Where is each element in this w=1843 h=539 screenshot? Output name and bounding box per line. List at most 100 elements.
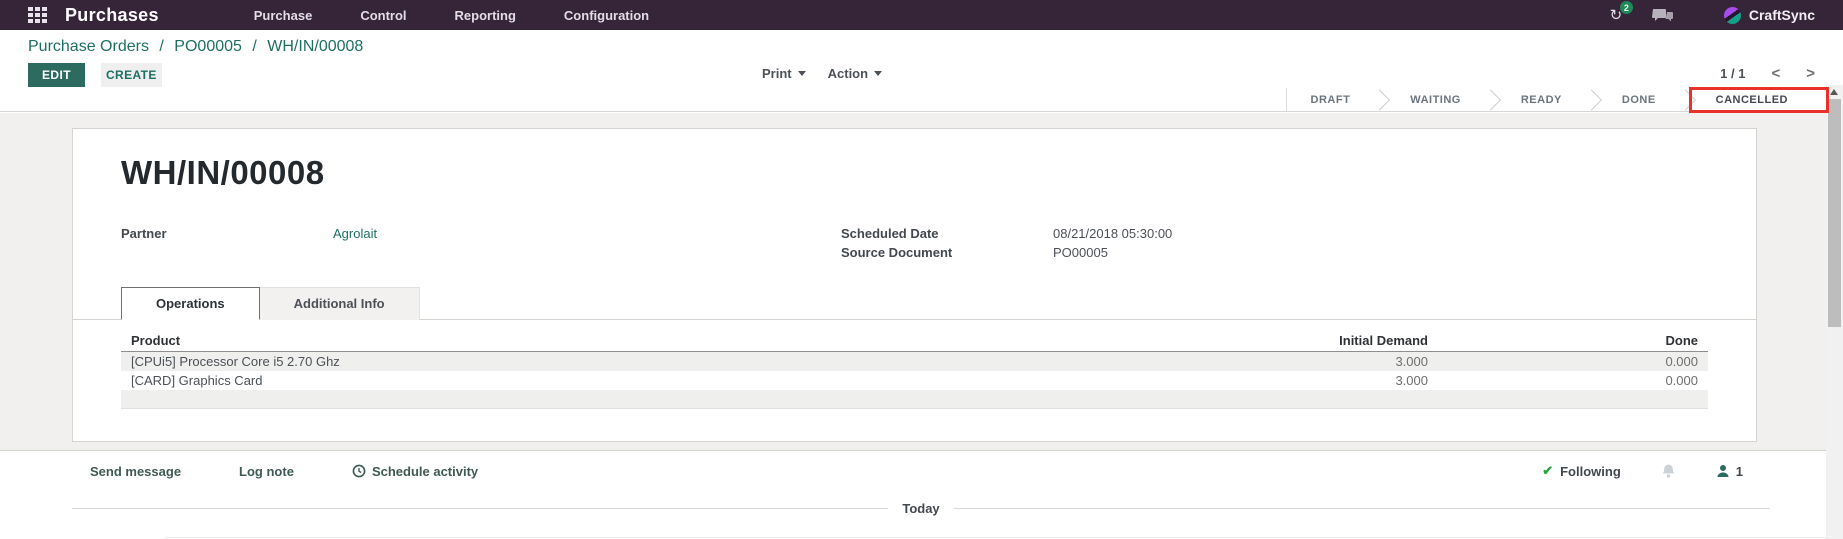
statusbar-stages: DRAFT WAITING READY DONE CANCELLED: [1285, 88, 1812, 111]
vertical-scrollbar[interactable]: [1826, 85, 1843, 539]
app-name[interactable]: Purchases: [65, 5, 159, 26]
log-note-button[interactable]: Log note: [239, 464, 294, 479]
column-header-initial-demand[interactable]: Initial Demand: [1158, 333, 1428, 348]
navbar-right: ↻ 2 CraftSync: [1606, 1, 1843, 24]
messages-icon[interactable]: [1651, 8, 1674, 23]
stage-arrow-icon: [1485, 88, 1497, 111]
record-title: WH/IN/00008: [121, 154, 325, 191]
create-button[interactable]: CREATE: [100, 63, 162, 87]
company-logo-icon: [1723, 6, 1741, 24]
breadcrumb-separator: /: [159, 38, 164, 55]
activity-badge: 2: [1619, 1, 1633, 14]
scrollbar-thumb[interactable]: [1828, 99, 1841, 327]
divider-line: [953, 508, 1771, 509]
print-dropdown[interactable]: Print: [762, 66, 806, 81]
send-message-button[interactable]: Send message: [90, 464, 181, 479]
breadcrumb-purchase-orders[interactable]: Purchase Orders: [28, 38, 149, 55]
nav-menu-item-control[interactable]: Control: [360, 8, 406, 23]
breadcrumb-separator: /: [252, 38, 257, 55]
breadcrumb-current: WH/IN/00008: [267, 38, 364, 55]
nav-menu-item-purchase[interactable]: Purchase: [254, 8, 313, 23]
tab-operations[interactable]: Operations: [121, 287, 260, 320]
field-group-right: Scheduled Date 08/21/2018 05:30:00 Sourc…: [841, 226, 1172, 261]
statusbar: DRAFT WAITING READY DONE CANCELLED: [0, 88, 1843, 112]
scheduled-date-label: Scheduled Date: [841, 226, 939, 241]
partner-label: Partner: [121, 226, 167, 241]
record-pager: 1 / 1 < >: [1720, 66, 1815, 81]
field-group-left: Partner Agrolait: [121, 226, 841, 261]
scheduled-date-value: 08/21/2018 05:30:00: [1053, 226, 1173, 241]
pager-next-icon[interactable]: >: [1806, 66, 1815, 81]
field-area: Partner Agrolait Scheduled Date 08/21/20…: [121, 226, 1708, 261]
action-label: Action: [827, 66, 869, 81]
following-button[interactable]: ✔ Following: [1542, 463, 1621, 479]
top-navbar: Purchases Purchase Control Reporting Config…: [0, 0, 1843, 30]
stage-done[interactable]: DONE: [1598, 88, 1680, 111]
table-header-row: Product Initial Demand Done: [121, 330, 1708, 352]
table-row[interactable]: [CARD] Graphics Card 3.000 0.000: [121, 371, 1708, 390]
followers-button[interactable]: 1: [1716, 464, 1743, 479]
pager-previous-icon[interactable]: <: [1771, 66, 1780, 81]
bell-icon[interactable]: [1661, 463, 1676, 479]
stage-arrow-icon: [1374, 88, 1386, 111]
breadcrumb-po00005[interactable]: PO00005: [174, 38, 242, 55]
stage-arrow-icon: [1680, 88, 1692, 111]
form-buttons: EDIT CREATE: [28, 63, 162, 87]
stage-draft[interactable]: DRAFT: [1287, 88, 1375, 111]
divider-line: [72, 508, 889, 509]
nav-menu-item-reporting[interactable]: Reporting: [455, 8, 516, 23]
purchases-app-window: Purchases Purchase Control Reporting Config…: [0, 0, 1843, 539]
table-body: [CPUi5] Processor Core i5 2.70 Ghz 3.000 0…: [121, 352, 1708, 390]
clock-icon: [352, 464, 366, 478]
message-separator-line: [165, 537, 1843, 538]
stage-waiting[interactable]: WAITING: [1386, 88, 1485, 111]
user-name: CraftSync: [1748, 7, 1815, 23]
product-cell: [CPUi5] Processor Core i5 2.70 Ghz: [131, 354, 340, 369]
done-cell: 0.000: [1665, 373, 1698, 388]
nav-menu: Purchase Control Reporting Configuration: [254, 8, 649, 23]
chevron-down-icon: [874, 71, 883, 76]
table-row[interactable]: [CPUi5] Processor Core i5 2.70 Ghz 3.000 0…: [121, 352, 1708, 371]
action-dropdown[interactable]: Action: [827, 66, 883, 81]
follower-count: 1: [1735, 463, 1743, 479]
action-menus: Print Action: [762, 66, 883, 81]
activities-icon[interactable]: ↻ 2: [1606, 1, 1633, 24]
column-header-product[interactable]: Product: [131, 333, 1158, 348]
person-icon: [1717, 465, 1729, 477]
schedule-activity-label: Schedule activity: [371, 463, 479, 479]
apps-grid-icon[interactable]: [28, 6, 50, 24]
chevron-down-icon: [797, 71, 806, 76]
following-label: Following: [1560, 463, 1621, 479]
scroll-up-arrow-icon[interactable]: [1830, 89, 1838, 95]
date-divider: Today: [72, 501, 1771, 516]
source-document-value: PO00005: [1053, 245, 1108, 260]
breadcrumb: Purchase Orders / PO00005 / WH/IN/00008: [28, 38, 363, 56]
control-panel: Purchase Orders / PO00005 / WH/IN/00008 …: [0, 30, 1843, 88]
date-divider-label: Today: [902, 501, 940, 516]
nav-menu-item-configuration[interactable]: Configuration: [564, 8, 649, 23]
user-menu[interactable]: CraftSync: [1723, 6, 1815, 24]
table-row-empty[interactable]: [121, 390, 1708, 409]
done-cell: 0.000: [1665, 354, 1698, 369]
notebook-tabs: Operations Additional Info: [73, 287, 1756, 320]
demand-cell: 3.000: [1395, 354, 1428, 369]
form-view-background: WH/IN/00008 Partner Agrolait Scheduled D…: [0, 113, 1843, 450]
chatter: Send message Log note Schedule activity …: [0, 450, 1843, 539]
print-label: Print: [762, 66, 792, 81]
source-document-label: Source Document: [841, 245, 953, 260]
demand-cell: 3.000: [1395, 373, 1428, 388]
stage-cancelled[interactable]: CANCELLED: [1692, 88, 1812, 111]
operations-table: Product Initial Demand Done [CPUi5] Proc…: [121, 330, 1708, 409]
chatter-right: ✔ Following 1: [1542, 463, 1743, 479]
check-icon: ✔: [1542, 463, 1554, 478]
column-header-done[interactable]: Done: [1428, 333, 1699, 348]
edit-button[interactable]: EDIT: [28, 63, 85, 87]
chatter-toolbar: Send message Log note Schedule activity …: [90, 463, 1743, 479]
form-sheet: WH/IN/00008 Partner Agrolait Scheduled D…: [72, 128, 1757, 442]
schedule-activity-button[interactable]: Schedule activity: [352, 464, 478, 479]
tab-additional-info[interactable]: Additional Info: [259, 287, 420, 320]
partner-value-link[interactable]: Agrolait: [333, 226, 377, 242]
product-cell: [CARD] Graphics Card: [131, 373, 263, 388]
stage-arrow-icon: [1586, 88, 1598, 111]
stage-ready[interactable]: READY: [1497, 88, 1586, 111]
